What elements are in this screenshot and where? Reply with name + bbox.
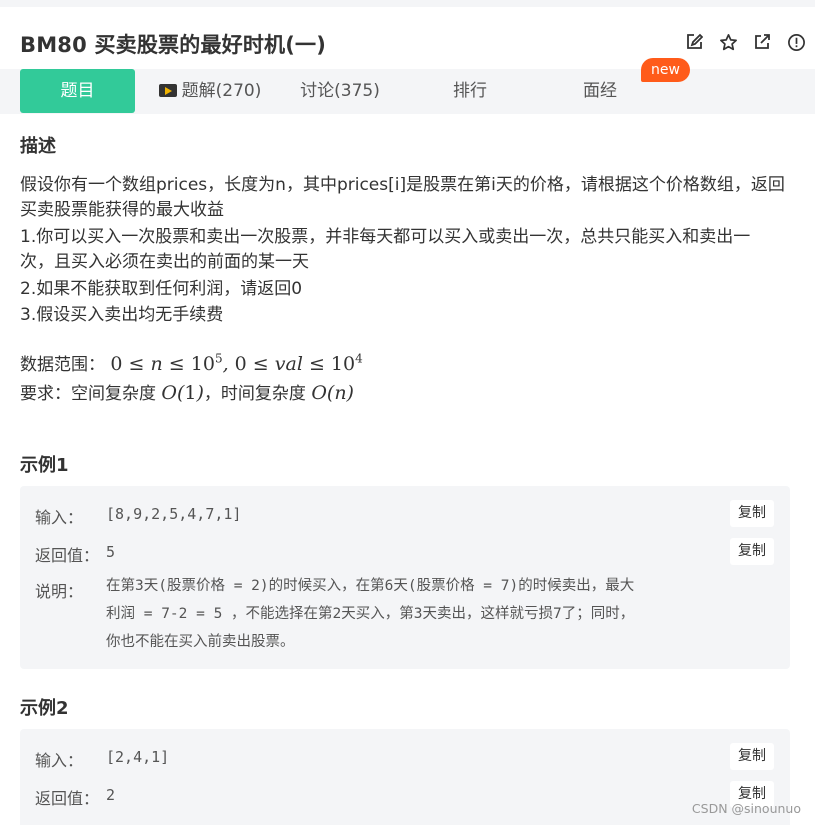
tab-solutions-label: 题解(270) [181,81,262,101]
star-icon[interactable] [717,31,739,53]
example1-box: 输入： [8,9,2,5,4,7,1] 复制 返回值： 5 复制 说明： 在第3… [20,486,790,669]
tab-bar: 题目 题解(270) 讨论(375) 排行 面经 [0,69,815,114]
edit-icon[interactable] [683,31,705,53]
input-value: [8,9,2,5,4,7,1] [106,505,242,523]
input-value: [2,4,1] [106,748,170,766]
description-line: 2.如果不能获取到任何利润，请返回0 [20,279,303,299]
explain-text: 在第3天(股票价格 = 2)的时候买入，在第6天(股票价格 = 7)的时候卖出，… [106,572,634,656]
title-actions [683,31,807,53]
output-label: 返回值： [35,789,100,808]
space-complexity: O(1) [161,382,204,404]
output-label: 返回值： [35,546,100,565]
external-link-icon[interactable] [751,31,773,53]
description-line: 买卖股票能获得的最大收益 [20,200,224,220]
explain-line: 你也不能在买入前卖出股票。 [106,634,295,650]
requirement-mid: ，时间复杂度 [203,384,306,404]
output-value: 2 [106,786,116,804]
input-label: 输入： [35,508,84,527]
copy-button[interactable]: 复制 [730,538,774,565]
example1-heading: 示例1 [20,455,69,476]
copy-button[interactable]: 复制 [730,500,774,527]
tab-problem[interactable]: 题目 [20,69,135,113]
complexity-requirement: 要求：空间复杂度 O(1)，时间复杂度 O(n) [20,379,354,404]
explain-line: 利润 = 7-2 = 5 ，不能选择在第2天买入，第3天卖出，这样就亏损7了；同… [106,606,635,622]
description-line: 假设你有一个数组prices，长度为n，其中prices[i]是股票在第i天的价… [20,175,785,195]
explain-line: 在第3天(股票价格 = 2)的时候买入，在第6天(股票价格 = 7)的时候卖出，… [106,578,635,594]
tab-solutions[interactable]: 题解(270) [150,69,270,113]
top-strip [0,0,815,7]
tab-rank[interactable]: 排行 [440,69,500,113]
tab-discuss[interactable]: 讨论(375) [290,69,390,113]
data-range-label: 数据范围： [20,355,105,375]
data-range-formula: 0 ≤ n ≤ 105, 0 ≤ val ≤ 104 [110,351,363,375]
example2-heading: 示例2 [20,698,69,719]
explain-label: 说明： [35,582,84,601]
output-value: 5 [106,543,116,561]
input-label: 输入： [35,751,84,770]
report-icon[interactable] [785,31,807,53]
new-badge: new [641,58,690,82]
data-range: 数据范围： 0 ≤ n ≤ 105, 0 ≤ val ≤ 104 [20,350,363,375]
example2-box: 输入： [2,4,1] 复制 返回值： 2 复制 [20,729,790,825]
video-icon [158,84,177,97]
time-complexity: O(n) [311,382,354,404]
description-line: 1.你可以买入一次股票和卖出一次股票，并非每天都可以买入或卖出一次，总共只能买入… [20,227,751,247]
watermark: CSDN @sinounuo [691,801,801,816]
copy-button[interactable]: 复制 [730,743,774,770]
description-heading: 描述 [20,136,56,157]
requirement-label: 要求：空间复杂度 [20,384,156,404]
problem-title: BM80 买卖股票的最好时机(一) [20,33,327,57]
description-line: 3.假设买入卖出均无手续费 [20,305,224,325]
tab-interview[interactable]: 面经 [570,69,630,113]
description-line: 次，且买入必须在卖出的前面的某一天 [20,252,309,272]
